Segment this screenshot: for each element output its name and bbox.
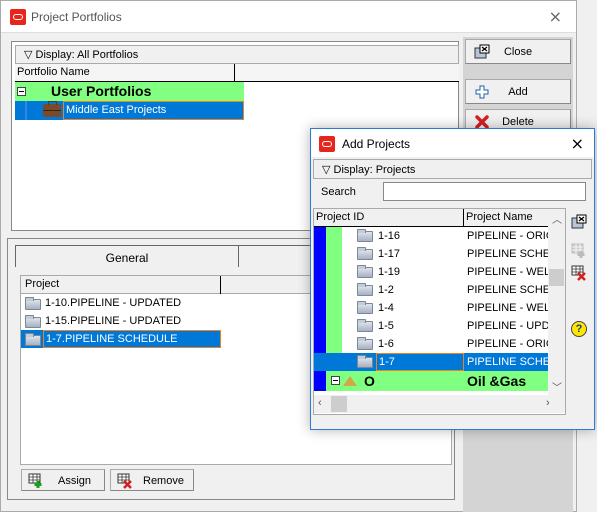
project-name: PIPELINE - ORIG (467, 338, 548, 350)
folder-icon (357, 247, 373, 260)
close-window-icon[interactable] (571, 214, 587, 230)
project-id: 1-2 (378, 284, 394, 296)
project-row-selected[interactable]: 1-7 PIPELINE SCHE (314, 353, 548, 371)
project-list-item-selected[interactable]: 1-7.PIPELINE SCHEDULE (21, 330, 221, 348)
project-row[interactable]: 1-19 PIPELINE - WEL (314, 263, 548, 281)
project-header[interactable]: Project (21, 276, 221, 294)
project-name: PIPELINE SCHE (467, 356, 548, 368)
dialog-title: Add Projects (342, 137, 411, 151)
scroll-thumb[interactable] (331, 396, 347, 412)
oracle-app-icon (319, 136, 335, 152)
project-id: 1-16 (378, 230, 401, 242)
portfolio-name[interactable]: Middle East Projects (63, 101, 244, 120)
assign-grid-plus-icon (28, 473, 42, 488)
folder-icon (25, 333, 41, 346)
title-bar: Project Portfolios × (1, 1, 576, 33)
folder-icon (357, 229, 373, 242)
add-projects-dialog: Add Projects × ▽ Display: Projects Searc… (310, 128, 595, 430)
project-id-header[interactable]: Project ID (314, 209, 464, 227)
assign-disabled-icon[interactable] (571, 243, 587, 259)
project-name: PIPELINE - WEL (467, 302, 548, 314)
eps-group-row[interactable]: O Oil &Gas (314, 371, 548, 391)
project-row[interactable]: 1-4 PIPELINE - WEL (314, 299, 548, 317)
remove-grid-x-icon (117, 473, 132, 489)
folder-icon (25, 297, 41, 310)
add-button[interactable]: Add (465, 79, 571, 104)
project-name: PIPELINE SCHE (467, 248, 548, 260)
project-name: PIPELINE - UPD (467, 320, 548, 332)
project-row[interactable]: 1-17 PIPELINE SCHE (314, 245, 548, 263)
window-close-button[interactable]: × (549, 7, 562, 26)
help-icon[interactable]: ? (571, 321, 587, 337)
project-list-item[interactable]: 1-15.PIPELINE - UPDATED (21, 312, 221, 330)
portfolio-column-header: Portfolio Name (15, 64, 459, 82)
remove-button[interactable]: Remove (110, 469, 194, 491)
project-id: 1-7 (376, 353, 464, 371)
project-id: 1-6 (378, 338, 394, 350)
dialog-close-button[interactable]: × (571, 134, 584, 153)
project-id: 1-17 (378, 248, 401, 260)
scroll-down-icon[interactable]: ﹀ (552, 379, 562, 394)
close-button[interactable]: Close (465, 39, 571, 64)
project-name: PIPELINE - ORIG (467, 230, 548, 242)
scroll-right-icon[interactable]: › (546, 397, 550, 409)
project-name: PIPELINE SCHE (467, 284, 548, 296)
folder-icon (357, 319, 373, 332)
project-id: 1-4 (378, 302, 394, 314)
project-id: 1-5 (378, 320, 394, 332)
project-row[interactable]: 1-2 PIPELINE SCHE (314, 281, 548, 299)
project-row[interactable]: 1-16 PIPELINE - ORIG (314, 227, 548, 245)
window-title: Project Portfolios (31, 10, 122, 24)
remove-icon[interactable] (571, 265, 587, 281)
portfolio-row[interactable]: Middle East Projects (15, 101, 244, 120)
folder-icon (357, 355, 373, 368)
display-options-bar[interactable]: ▽ Display: All Portfolios (15, 45, 459, 64)
oracle-app-icon (10, 9, 26, 25)
folder-icon (25, 315, 41, 328)
search-label: Search (321, 186, 356, 198)
eps-id: O (364, 373, 375, 389)
horizontal-scrollbar[interactable]: ‹ › (314, 395, 565, 413)
folder-icon (357, 265, 373, 278)
group-label: User Portfolios (51, 83, 152, 99)
collapse-icon[interactable] (331, 376, 340, 385)
project-list-item[interactable]: 1-10.PIPELINE - UPDATED (21, 294, 221, 312)
project-id: 1-19 (378, 266, 401, 278)
project-name: PIPELINE - WEL (467, 266, 548, 278)
display-options-bar[interactable]: ▽ Display: Projects (313, 159, 592, 179)
eps-pyramid-icon (343, 376, 357, 386)
portfolio-name-header[interactable]: Portfolio Name (15, 64, 235, 82)
vertical-scrollbar[interactable]: ︿ ﹀ (548, 209, 565, 395)
project-row[interactable]: 1-6 PIPELINE - ORIG (314, 335, 548, 353)
project-name-header[interactable]: Project Name (466, 211, 533, 223)
folder-icon (357, 283, 373, 296)
scroll-up-icon[interactable]: ︿ (552, 211, 562, 226)
folder-icon (357, 337, 373, 350)
grid-header: Project ID Project Name (314, 209, 548, 227)
dialog-title-bar: Add Projects × (311, 129, 594, 157)
folder-icon (357, 301, 373, 314)
search-input[interactable] (383, 182, 586, 201)
tab-general[interactable]: General (15, 245, 239, 267)
dialog-toolbar: ? (567, 208, 595, 428)
project-row[interactable]: 1-5 PIPELINE - UPD (314, 317, 548, 335)
assign-button[interactable]: Assign (21, 469, 105, 491)
portfolio-group-row[interactable]: User Portfolios (15, 82, 244, 101)
projects-grid: Project ID Project Name 1-16 PIPELINE - O… (313, 208, 566, 415)
scroll-left-icon[interactable]: ‹ (318, 397, 322, 409)
eps-name: Oil &Gas (467, 373, 527, 389)
scroll-thumb[interactable] (549, 269, 564, 286)
portfolio-briefcase-icon (43, 101, 61, 117)
collapse-icon[interactable] (17, 87, 26, 96)
